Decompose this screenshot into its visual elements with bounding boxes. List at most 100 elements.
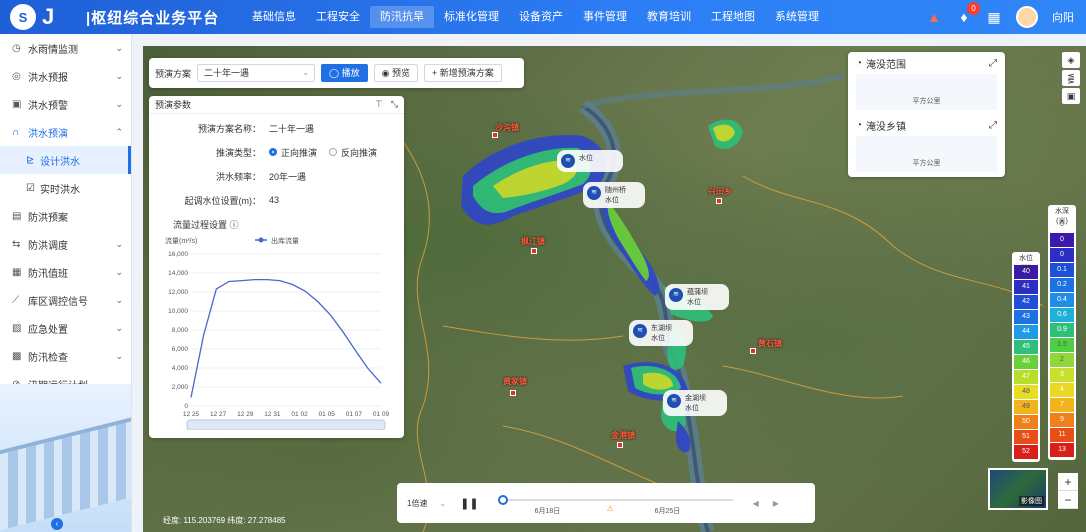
sidebar-item[interactable]: ▤ 防洪预案	[0, 202, 131, 230]
town-label[interactable]: 黄家镇	[503, 376, 527, 387]
expand-icon[interactable]: ⤢	[989, 120, 997, 131]
sidebar-item[interactable]: ⟋ 库区调控信号 ⌄	[0, 286, 131, 314]
town-label[interactable]: 兴田乡	[708, 186, 732, 197]
sidebar-item-icon: ⊵	[26, 154, 35, 166]
nav-item[interactable]: 工程地图	[701, 6, 765, 28]
preview-button[interactable]: ◉ 预览	[373, 64, 418, 82]
gauge-sub: 水位	[687, 299, 701, 306]
pause-button[interactable]: ❚❚	[460, 497, 478, 510]
backward-radio[interactable]	[329, 148, 338, 156]
plan-select[interactable]: 二十年一遇 ⌄	[197, 64, 316, 82]
sidebar-illustration: ‹	[0, 384, 131, 532]
sidebar-item-icon: ▩	[12, 350, 22, 362]
gauge-name: 东湖坝	[651, 325, 672, 332]
prev-icon[interactable]: ◀	[753, 499, 759, 508]
gauge-label[interactable]: ≋ 水位	[557, 150, 623, 172]
sidebar-item[interactable]: ▩ 防汛检查 ⌄	[0, 342, 131, 370]
stat-title: 淹没乡镇	[866, 121, 907, 133]
play-button[interactable]: ◯ 播放	[321, 64, 368, 82]
series-line	[190, 278, 382, 398]
nav-item[interactable]: 标准化管理	[434, 6, 509, 28]
sidebar-item[interactable]: ∩ 洪水预演 ⌃	[0, 118, 131, 146]
sidebar-item-label: 防洪调度	[28, 240, 68, 252]
nav-item[interactable]: 系统管理	[765, 6, 829, 28]
zoom-in-button[interactable]: +	[1058, 473, 1078, 491]
logo: S J	[0, 0, 72, 34]
legend-cell: 0	[1050, 248, 1074, 262]
gauge-icon: ≋	[633, 324, 647, 338]
bell-icon[interactable]: ♦ 0	[956, 2, 980, 25]
flow-chart-svg: 流量(m³/s) 出库流量 16,000 14,000 12,000 10,000 8,00…	[165, 236, 390, 431]
type-row: 推演类型： 正向推演 反向推演	[149, 146, 404, 158]
sidebar-item[interactable]: ◷ 水雨情监测 ⌄	[0, 34, 131, 62]
y-tick-label: 16,000	[168, 251, 188, 258]
fullscreen-icon[interactable]: ▣	[1062, 88, 1080, 104]
legend-cell: 47	[1014, 370, 1038, 384]
forward-radio[interactable]	[269, 148, 277, 156]
speed-select[interactable]: 1倍速	[407, 498, 427, 509]
sidebar-item[interactable]: ▦ 防汛值班 ⌄	[0, 258, 131, 286]
sidebar-item[interactable]: ◎ 洪水预报 ⌄	[0, 62, 131, 90]
legend-cell: 40	[1014, 265, 1038, 279]
collapse-icon[interactable]: ‹	[51, 518, 63, 530]
sidebar-item[interactable]: ▨ 应急处置 ⌄	[0, 314, 131, 342]
qr-icon[interactable]: ▦	[986, 9, 1002, 25]
plan-name-value: 二十年一遇	[269, 123, 315, 134]
user-name[interactable]: 向阳	[1052, 9, 1074, 25]
x-tick-label: 12 29	[237, 411, 254, 418]
alarm-icon[interactable]: ▲	[926, 9, 942, 25]
gauge-sub: 水位	[651, 335, 665, 342]
nav-item[interactable]: 教育培训	[637, 6, 701, 28]
nav-item[interactable]: 基础信息	[242, 6, 306, 28]
legend-cell: 46	[1014, 355, 1038, 369]
sidebar-item-icon: ▨	[12, 322, 22, 334]
timeline-handle[interactable]	[497, 495, 508, 505]
sidebar-item[interactable]: ⊵ 设计洪水	[0, 146, 131, 174]
avatar[interactable]	[1016, 6, 1038, 28]
y-tick-label: 0	[184, 403, 188, 410]
town-marker	[716, 198, 722, 204]
nav-item[interactable]: 防汛抗旱	[370, 6, 434, 28]
expand-icon[interactable]: ⤢	[989, 58, 997, 69]
nav-item[interactable]: 设备资产	[509, 6, 573, 28]
sidebar-item-icon: ▦	[12, 266, 22, 278]
legend-cell: 0.4	[1050, 293, 1074, 307]
sidebar-item[interactable]: ☑ 实时洪水	[0, 174, 131, 202]
gauge-label[interactable]: ≋ 东湖坝 水位	[629, 320, 693, 346]
timeline-track[interactable]: 6月18日 ⚠ 6月25日	[497, 493, 733, 515]
legend-marker	[258, 237, 264, 243]
collapse-panel-icon[interactable]: ⤡	[391, 99, 398, 110]
sidebar-item-label: 库区调控信号	[28, 296, 88, 308]
legend-cell: 50	[1014, 415, 1038, 429]
nav-item[interactable]: 工程安全	[306, 6, 370, 28]
zoom-out-button[interactable]: −	[1058, 491, 1078, 509]
network-icon[interactable]: ⪋	[1062, 70, 1080, 86]
town-label[interactable]: 沙沟镇	[495, 122, 519, 133]
stat-header: ◔ 淹没乡镇 ⤢	[848, 114, 1005, 136]
flow-title: 流量过程设置 ⓘ	[173, 218, 404, 231]
legend-cell: 0.9	[1050, 323, 1074, 337]
next-icon[interactable]: ▶	[773, 499, 779, 508]
gauge-label[interactable]: ≋ 金湖坝 水位	[663, 390, 727, 416]
add-plan-button[interactable]: + 新增预演方案	[423, 64, 502, 82]
gauge-label[interactable]: ≋ 随州桥 水位	[583, 182, 645, 208]
town-label[interactable]: 枫江镇	[521, 236, 545, 247]
nav-item[interactable]: 事件管理	[573, 6, 637, 28]
basemap-switch[interactable]: 影像图	[988, 468, 1048, 510]
chevron-icon: ⌃	[115, 126, 123, 137]
town-label[interactable]: 黄石镇	[758, 338, 782, 349]
sidebar-item-label: 防汛检查	[28, 352, 68, 364]
gauge-label[interactable]: ≋ 蕴蒲坝 水位	[665, 284, 729, 310]
help-icon[interactable]: ⓘ	[230, 220, 239, 230]
sidebar-item[interactable]: ▣ 洪水预警 ⌄	[0, 90, 131, 118]
legend-cell: 0.1	[1050, 263, 1074, 277]
sidebar-item-icon: ◎	[12, 70, 21, 82]
town-label[interactable]: 金港镇	[611, 430, 635, 441]
town-marker	[510, 390, 516, 396]
logo-j-icon: J	[42, 4, 55, 29]
stat-header: ◔ 淹没范围 ⤢	[848, 52, 1005, 74]
pin-icon[interactable]: ⊤	[375, 99, 383, 110]
town-marker	[617, 442, 623, 448]
sidebar-item[interactable]: ⇆ 防洪调度 ⌄	[0, 230, 131, 258]
layers-icon[interactable]: ◈	[1062, 52, 1080, 68]
